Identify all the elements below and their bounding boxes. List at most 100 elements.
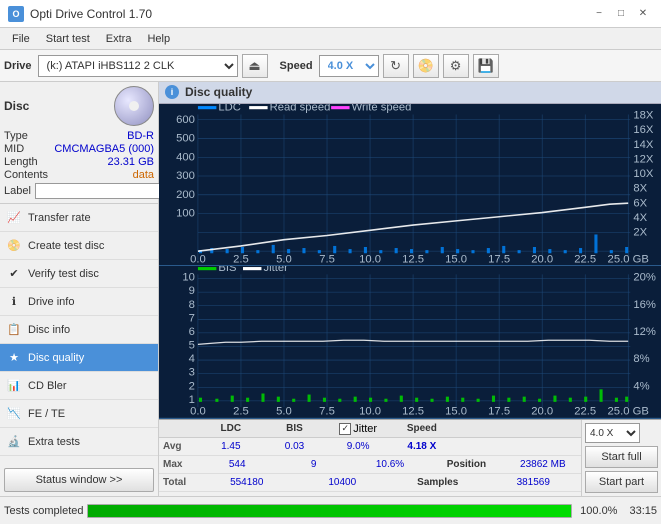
svg-text:8: 8: [189, 299, 195, 311]
start-full-button[interactable]: Start full: [585, 446, 658, 468]
svg-text:400: 400: [176, 151, 195, 163]
status-window-button[interactable]: Status window >>: [4, 468, 154, 492]
svg-text:2.5: 2.5: [233, 406, 249, 418]
disc-mid-label: MID: [4, 143, 24, 155]
svg-text:10.0: 10.0: [359, 406, 381, 418]
sidebar-item-create-test-disc[interactable]: 📀 Create test disc: [0, 232, 158, 260]
max-label: Max: [159, 459, 199, 470]
avg-ldc: 1.45: [199, 441, 263, 452]
verify-test-disc-icon: ✔: [6, 266, 22, 282]
disc-button[interactable]: 📀: [413, 54, 439, 78]
sidebar-item-disc-info[interactable]: 📋 Disc info: [0, 316, 158, 344]
max-bis: 9: [275, 459, 351, 470]
svg-text:4: 4: [189, 354, 195, 366]
stats-avg-row: Avg 1.45 0.03 9.0% 4.18 X: [159, 438, 581, 456]
disc-label: Disc: [4, 99, 29, 113]
svg-text:17.5: 17.5: [488, 253, 510, 265]
svg-text:Jitter: Jitter: [263, 266, 288, 274]
status-bar: Tests completed 100.0% 33:15: [0, 496, 661, 524]
svg-text:2: 2: [189, 381, 195, 393]
eject-button[interactable]: ⏏: [242, 54, 268, 78]
disc-label-row: Label 💾: [4, 183, 154, 199]
menu-extra[interactable]: Extra: [98, 31, 140, 47]
main-content: Disc Type BD-R MID CMCMAGBA5 (000) Lengt…: [0, 82, 661, 496]
sidebar-item-label: FE / TE: [28, 408, 65, 420]
bis-chart-svg: 10 9 8 7 6 5 4 3 2 1 20% 16%: [159, 266, 661, 418]
menu-help[interactable]: Help: [139, 31, 178, 47]
speed-row: 4.0 X: [585, 423, 658, 443]
disc-info-icon: 📋: [6, 322, 22, 338]
jitter-checkbox[interactable]: ✓: [339, 423, 351, 435]
save-button[interactable]: 💾: [473, 54, 499, 78]
minimize-button[interactable]: −: [589, 5, 609, 23]
total-ldc: 554180: [199, 477, 295, 488]
disc-label-text: Label: [4, 185, 31, 197]
stats-col-speed: Speed: [390, 423, 454, 434]
refresh-button[interactable]: ↻: [383, 54, 409, 78]
sidebar-item-fe-te[interactable]: 📉 FE / TE: [0, 400, 158, 428]
svg-text:15.0: 15.0: [445, 253, 467, 265]
label-input[interactable]: [35, 183, 173, 199]
total-label: Total: [159, 477, 199, 488]
svg-text:12.5: 12.5: [402, 253, 424, 265]
stats-total-row: Total 554180 10400 Samples 381569: [159, 474, 581, 492]
disc-quality-icon: ★: [6, 350, 22, 366]
sidebar-item-disc-quality[interactable]: ★ Disc quality: [0, 344, 158, 372]
status-text: Tests completed: [4, 505, 83, 517]
svg-text:8X: 8X: [633, 182, 647, 194]
sidebar-item-cd-bler[interactable]: 📊 CD Bler: [0, 372, 158, 400]
svg-text:0.0: 0.0: [190, 253, 206, 265]
speed-label: Speed: [280, 60, 313, 72]
jitter-label: Jitter: [353, 423, 377, 435]
svg-text:12%: 12%: [633, 326, 656, 338]
start-part-button[interactable]: Start part: [585, 471, 658, 493]
sidebar-item-verify-test-disc[interactable]: ✔ Verify test disc: [0, 260, 158, 288]
disc-mid-row: MID CMCMAGBA5 (000): [4, 143, 154, 155]
stats-table: LDC BIS ✓ Jitter Speed Avg 1.45: [159, 420, 581, 496]
stats-max-row: Max 544 9 10.6% Position 23862 MB: [159, 456, 581, 474]
drive-select[interactable]: (k:) ATAPI iHBS112 2 CLK: [38, 55, 238, 77]
menu-file[interactable]: File: [4, 31, 38, 47]
disc-icon: [114, 86, 154, 126]
svg-text:6: 6: [189, 326, 195, 338]
transfer-rate-icon: 📈: [6, 210, 22, 226]
drive-label: Drive: [4, 60, 32, 72]
svg-text:Read speed: Read speed: [270, 104, 331, 113]
disc-inner: [129, 101, 139, 111]
menu-start-test[interactable]: Start test: [38, 31, 98, 47]
svg-text:500: 500: [176, 132, 195, 144]
avg-speed: 4.18 X: [390, 441, 454, 452]
cd-bler-icon: 📊: [6, 378, 22, 394]
window-controls: − □ ✕: [589, 5, 653, 23]
right-controls: 4.0 X Start full Start part: [581, 420, 661, 496]
disc-quality-icon: i: [165, 85, 179, 99]
svg-text:5.0: 5.0: [276, 253, 292, 265]
speed-select[interactable]: 4.0 X: [319, 55, 379, 77]
sidebar-item-extra-tests[interactable]: 🔬 Extra tests: [0, 428, 158, 456]
disc-contents-row: Contents data: [4, 169, 154, 181]
svg-text:25.0 GB: 25.0 GB: [608, 253, 649, 265]
disc-length-label: Length: [4, 156, 38, 168]
svg-text:22.5: 22.5: [574, 253, 596, 265]
svg-text:10.0: 10.0: [359, 253, 381, 265]
maximize-button[interactable]: □: [611, 5, 631, 23]
sidebar-item-label: Extra tests: [28, 436, 80, 448]
svg-text:12X: 12X: [633, 153, 653, 165]
sidebar-item-transfer-rate[interactable]: 📈 Transfer rate: [0, 204, 158, 232]
max-ldc: 544: [199, 459, 275, 470]
speed-combo-select[interactable]: 4.0 X: [585, 423, 640, 443]
sidebar-item-label: Create test disc: [28, 240, 104, 252]
close-button[interactable]: ✕: [633, 5, 653, 23]
create-test-disc-icon: 📀: [6, 238, 22, 254]
extra-tests-icon: 🔬: [6, 434, 22, 450]
sidebar-item-label: Disc quality: [28, 352, 84, 364]
sidebar-item-drive-info[interactable]: ℹ Drive info: [0, 288, 158, 316]
stats-col-ldc: LDC: [199, 423, 263, 434]
total-bis: 10400: [295, 477, 391, 488]
settings-button[interactable]: ⚙: [443, 54, 469, 78]
disc-length-value: 23.31 GB: [108, 156, 154, 168]
svg-text:16X: 16X: [633, 124, 653, 136]
stats-area: LDC BIS ✓ Jitter Speed Avg 1.45: [159, 419, 661, 496]
avg-label: Avg: [159, 441, 199, 452]
svg-text:4X: 4X: [633, 211, 647, 223]
